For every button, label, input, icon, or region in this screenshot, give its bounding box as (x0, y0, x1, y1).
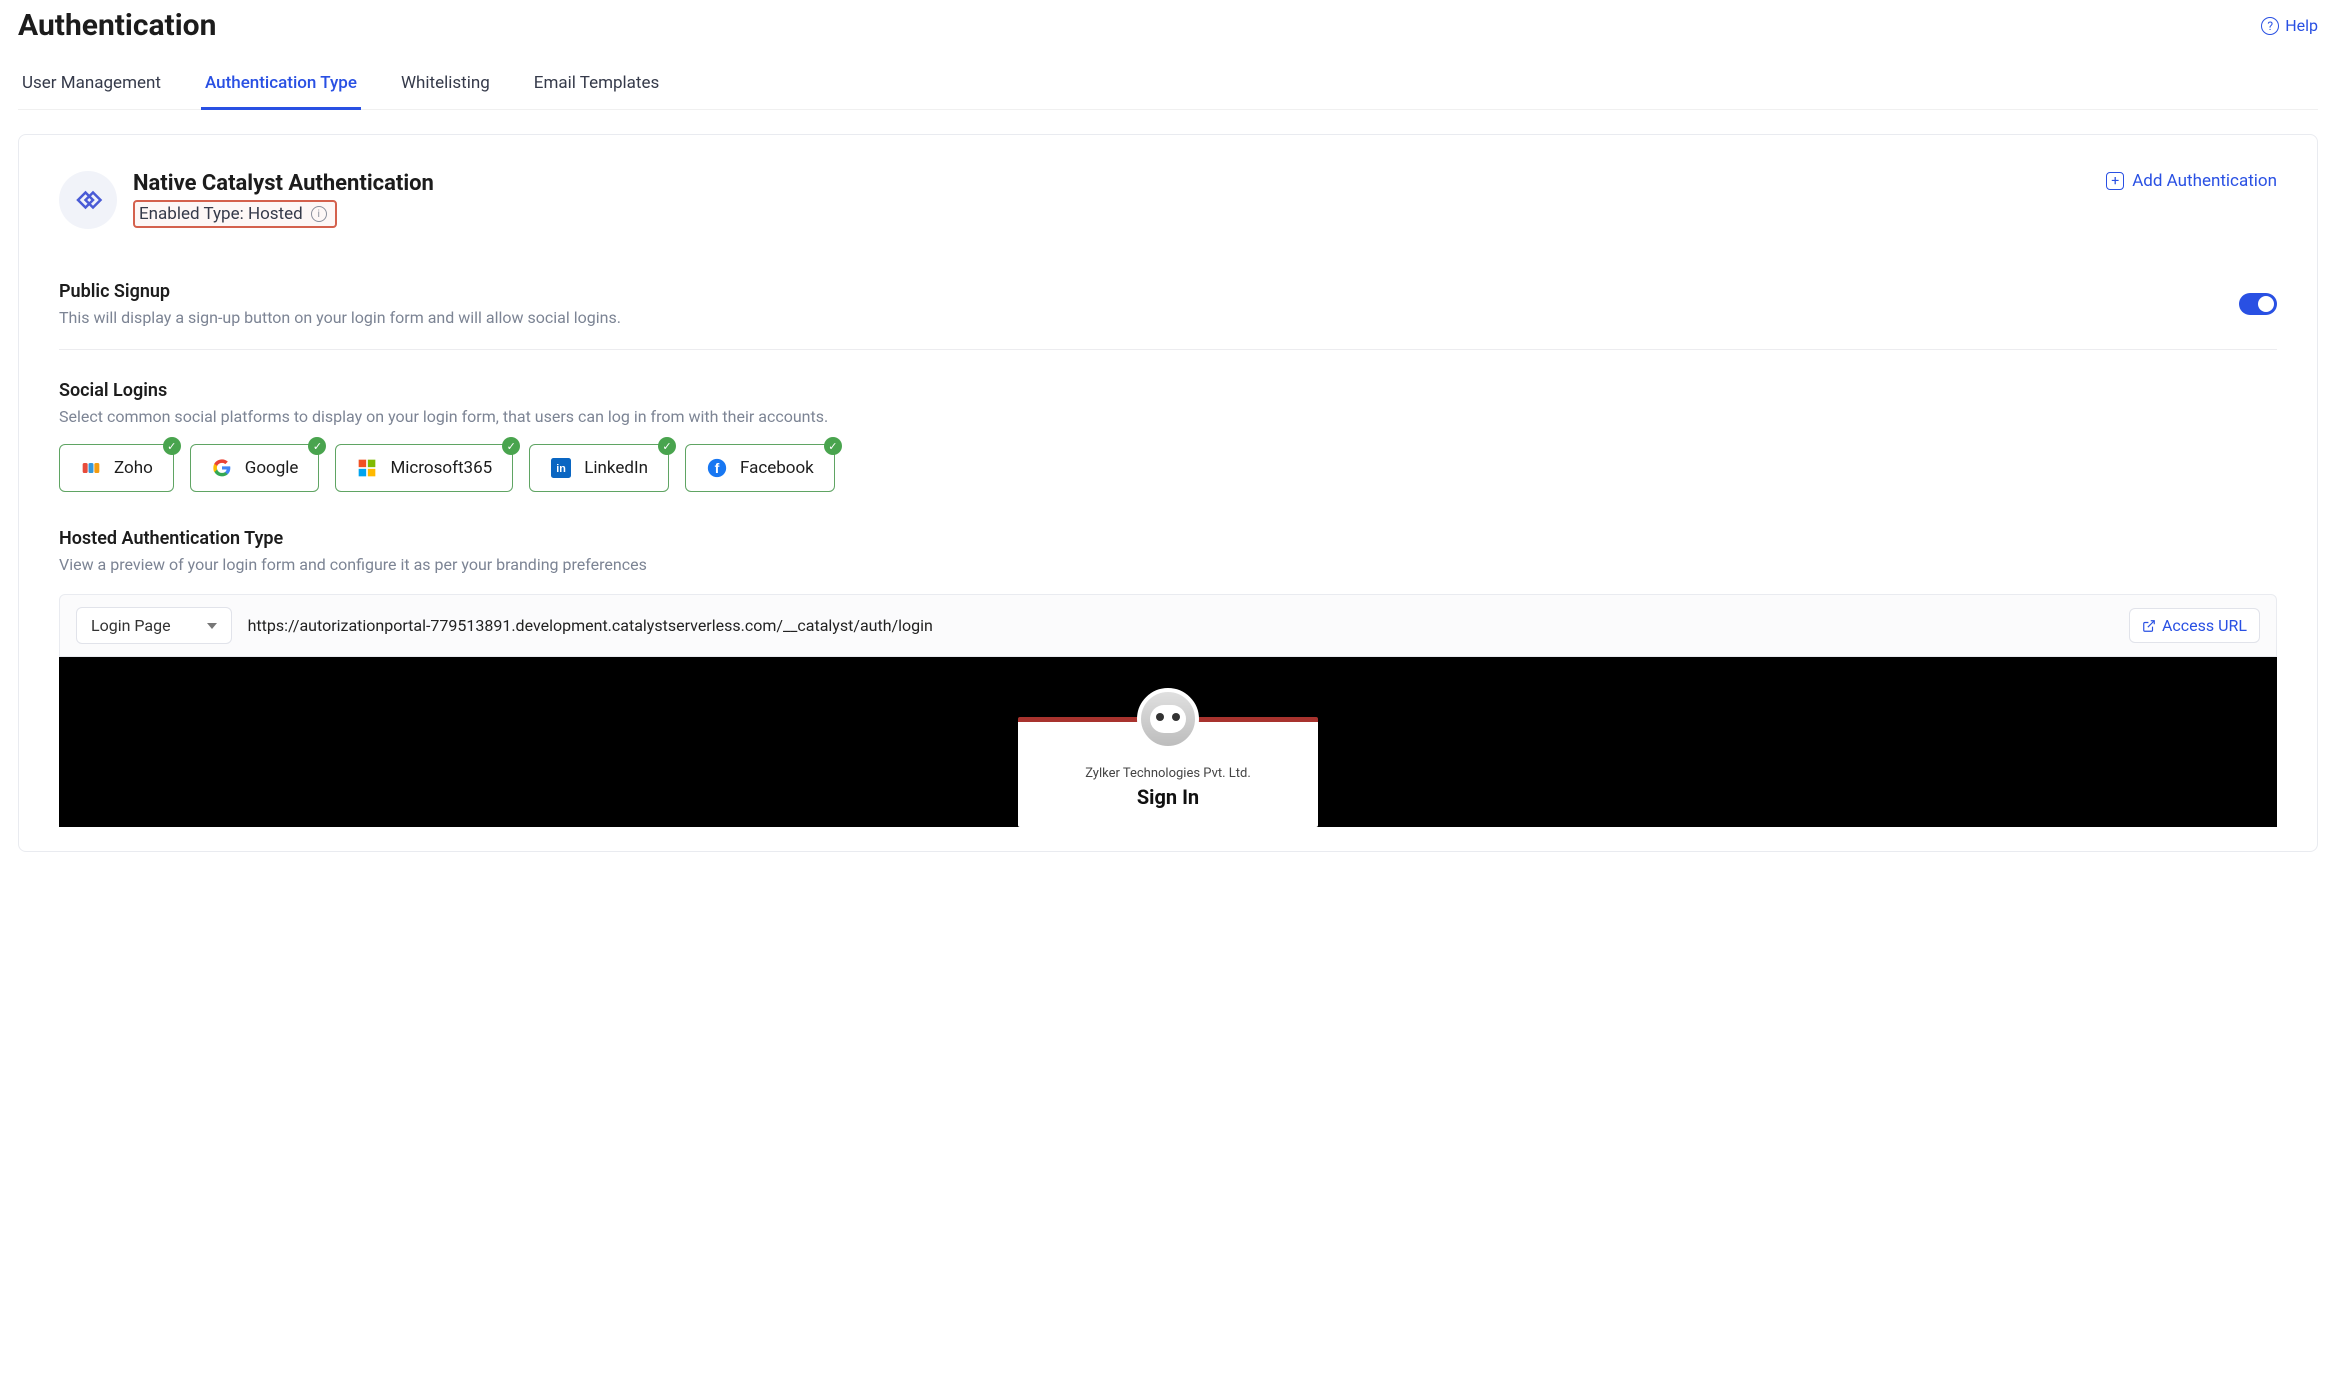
toggle-knob (2258, 296, 2274, 312)
public-signup-row: Public Signup This will display a sign-u… (59, 281, 2277, 350)
tab-authentication-type[interactable]: Authentication Type (201, 63, 361, 110)
check-icon: ✓ (308, 437, 326, 455)
hosted-auth-title: Hosted Authentication Type (59, 528, 2277, 549)
help-label: Help (2285, 16, 2318, 35)
google-label: Google (245, 458, 299, 478)
access-url-label: Access URL (2162, 616, 2247, 635)
page-select-value: Login Page (91, 616, 171, 635)
public-signup-toggle[interactable] (2239, 293, 2277, 315)
check-icon: ✓ (502, 437, 520, 455)
zoho-label: Zoho (114, 458, 153, 478)
login-preview-frame: Zylker Technologies Pvt. Ltd. Sign In (59, 657, 2277, 827)
info-icon[interactable]: i (311, 206, 327, 222)
page-title: Authentication (18, 8, 216, 43)
preview-bar: Login Page https://autorizationportal-77… (59, 594, 2277, 657)
add-authentication-button[interactable]: + Add Authentication (2106, 171, 2277, 191)
avatar (1137, 688, 1199, 750)
check-icon: ✓ (163, 437, 181, 455)
hosted-url: https://autorizationportal-779513891.dev… (248, 616, 2113, 635)
main-panel: Native Catalyst Authentication Enabled T… (18, 134, 2318, 852)
page-header: Authentication ? Help (18, 8, 2318, 63)
external-link-icon (2142, 619, 2156, 633)
native-auth-icon (59, 171, 117, 229)
social-logins-desc: Select common social platforms to displa… (59, 407, 2277, 426)
zoho-icon (80, 457, 102, 479)
chevron-down-icon (207, 623, 217, 629)
help-icon: ? (2261, 17, 2279, 35)
hosted-auth-desc: View a preview of your login form and co… (59, 555, 2277, 574)
social-chip-facebook[interactable]: ✓ f Facebook (685, 444, 835, 492)
signin-card: Zylker Technologies Pvt. Ltd. Sign In (1018, 717, 1318, 827)
google-icon (211, 457, 233, 479)
microsoft-icon (356, 457, 378, 479)
svg-text:in: in (556, 463, 566, 475)
tab-whitelisting[interactable]: Whitelisting (397, 63, 494, 110)
facebook-label: Facebook (740, 458, 814, 478)
social-chip-zoho[interactable]: ✓ Zoho (59, 444, 174, 492)
hosted-auth-section: Hosted Authentication Type View a previe… (59, 528, 2277, 827)
native-auth-title: Native Catalyst Authentication (133, 171, 434, 196)
check-icon: ✓ (824, 437, 842, 455)
facebook-icon: f (706, 457, 728, 479)
check-icon: ✓ (658, 437, 676, 455)
enabled-type-badge: Enabled Type: Hosted i (133, 200, 337, 228)
help-link[interactable]: ? Help (2261, 16, 2318, 35)
public-signup-desc: This will display a sign-up button on yo… (59, 308, 621, 327)
tab-email-templates[interactable]: Email Templates (530, 63, 664, 110)
social-logins-section: Social Logins Select common social platf… (59, 380, 2277, 492)
access-url-button[interactable]: Access URL (2129, 608, 2260, 643)
social-chip-microsoft365[interactable]: ✓ Microsoft365 (335, 444, 513, 492)
social-logins-title: Social Logins (59, 380, 2277, 401)
svg-text:f: f (715, 461, 720, 477)
tab-user-management[interactable]: User Management (18, 63, 165, 110)
signin-title: Sign In (1034, 785, 1302, 809)
microsoft-label: Microsoft365 (390, 458, 492, 478)
add-auth-label: Add Authentication (2132, 171, 2277, 191)
plus-square-icon: + (2106, 172, 2124, 190)
linkedin-icon: in (550, 457, 572, 479)
company-name: Zylker Technologies Pvt. Ltd. (1034, 766, 1302, 781)
linkedin-label: LinkedIn (584, 458, 648, 478)
enabled-type-label: Enabled Type: Hosted (139, 204, 303, 224)
public-signup-title: Public Signup (59, 281, 621, 302)
tabs: User Management Authentication Type Whit… (18, 63, 2318, 110)
social-chip-google[interactable]: ✓ Google (190, 444, 320, 492)
page-select-dropdown[interactable]: Login Page (76, 607, 232, 644)
social-chip-linkedin[interactable]: ✓ in LinkedIn (529, 444, 669, 492)
